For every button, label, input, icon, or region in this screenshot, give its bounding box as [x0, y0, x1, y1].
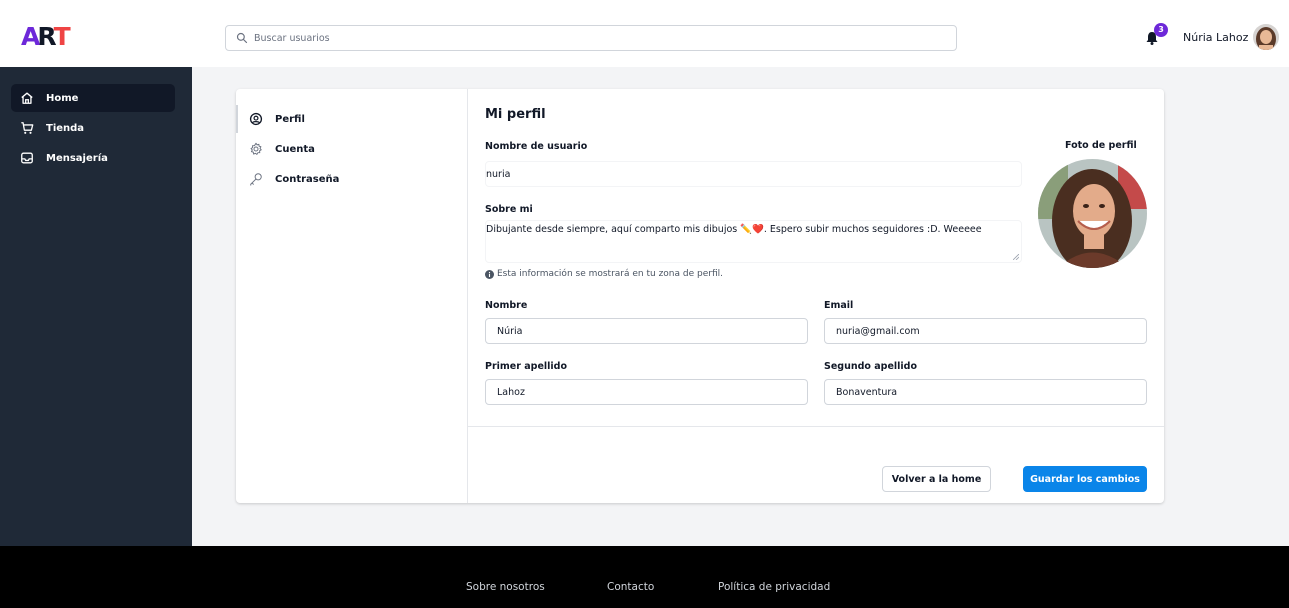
page-title: Mi perfil [485, 107, 546, 122]
home-icon [21, 92, 33, 104]
search-box[interactable] [225, 25, 957, 51]
key-icon [250, 173, 262, 186]
sidebar-item-label: Mensajería [46, 152, 108, 164]
sidebar-item-tienda[interactable]: Tienda [11, 114, 175, 142]
sidebar-item-label: Home [46, 92, 79, 104]
about-text: Dibujante desde siempre, aquí comparto m… [486, 224, 982, 235]
tab-cuenta[interactable]: Cuenta [236, 135, 468, 163]
tab-label: Contraseña [275, 173, 340, 185]
user-name[interactable]: Núria Lahoz [1183, 31, 1248, 44]
divider [468, 426, 1164, 427]
footer-link-about[interactable]: Sobre nosotros [466, 581, 545, 593]
search-icon [236, 32, 248, 44]
top-bar: ART 3 Núria Lahoz [0, 0, 1289, 67]
sidebar-item-label: Tienda [46, 122, 85, 134]
settings-nav: Perfil Cuenta Contraseña [236, 89, 468, 503]
inbox-icon [21, 152, 33, 164]
sidebar-item-home[interactable]: Home [11, 84, 175, 112]
about-label: Sobre mi [485, 204, 533, 215]
last-name2-field[interactable]: Bonaventura [824, 379, 1147, 405]
profile-card: Perfil Cuenta Contraseña Mi perfil Nombr… [236, 89, 1164, 503]
footer-link-privacy[interactable]: Política de privacidad [718, 581, 830, 593]
notification-badge: 3 [1154, 23, 1168, 37]
last-name1-field[interactable]: Lahoz [485, 379, 808, 405]
tab-contrasena[interactable]: Contraseña [236, 165, 468, 193]
profile-photo-image [1038, 159, 1147, 268]
info-icon [485, 269, 494, 279]
email-label: Email [824, 300, 854, 311]
profile-photo[interactable] [1038, 159, 1147, 268]
gear-icon [250, 142, 262, 155]
photo-label: Foto de perfil [1065, 140, 1137, 151]
email-field[interactable]: nuria@gmail.com [824, 318, 1147, 344]
tab-label: Cuenta [275, 143, 315, 155]
tab-perfil[interactable]: Perfil [236, 105, 468, 133]
logo[interactable]: ART [21, 24, 71, 50]
user-circle-icon [249, 112, 263, 126]
footer-link-contact[interactable]: Contacto [607, 581, 654, 593]
save-button[interactable]: Guardar los cambios [1023, 466, 1147, 492]
username-label: Nombre de usuario [485, 141, 588, 152]
avatar-image [1253, 24, 1279, 50]
last-name1-label: Primer apellido [485, 361, 567, 372]
first-name-label: Nombre [485, 300, 528, 311]
tab-label: Perfil [275, 113, 305, 125]
sidebar: Home Tienda Mensajería [0, 67, 192, 546]
search-input[interactable] [254, 32, 934, 44]
sidebar-item-mensajeria[interactable]: Mensajería [11, 144, 175, 172]
username-field[interactable]: nuria [485, 161, 1022, 187]
avatar[interactable] [1253, 24, 1279, 50]
last-name2-label: Segundo apellido [824, 361, 917, 372]
first-name-field[interactable]: Núria [485, 318, 808, 344]
resize-handle-icon[interactable] [1013, 254, 1019, 260]
hint-text: Esta información se mostrará en tu zona … [497, 269, 723, 279]
cart-icon [21, 122, 34, 134]
about-hint: Esta información se mostrará en tu zona … [485, 269, 723, 279]
about-textarea[interactable]: Dibujante desde siempre, aquí comparto m… [485, 220, 1022, 263]
footer: Sobre nosotros Contacto Política de priv… [0, 546, 1289, 608]
back-home-button[interactable]: Volver a la home [882, 466, 991, 492]
